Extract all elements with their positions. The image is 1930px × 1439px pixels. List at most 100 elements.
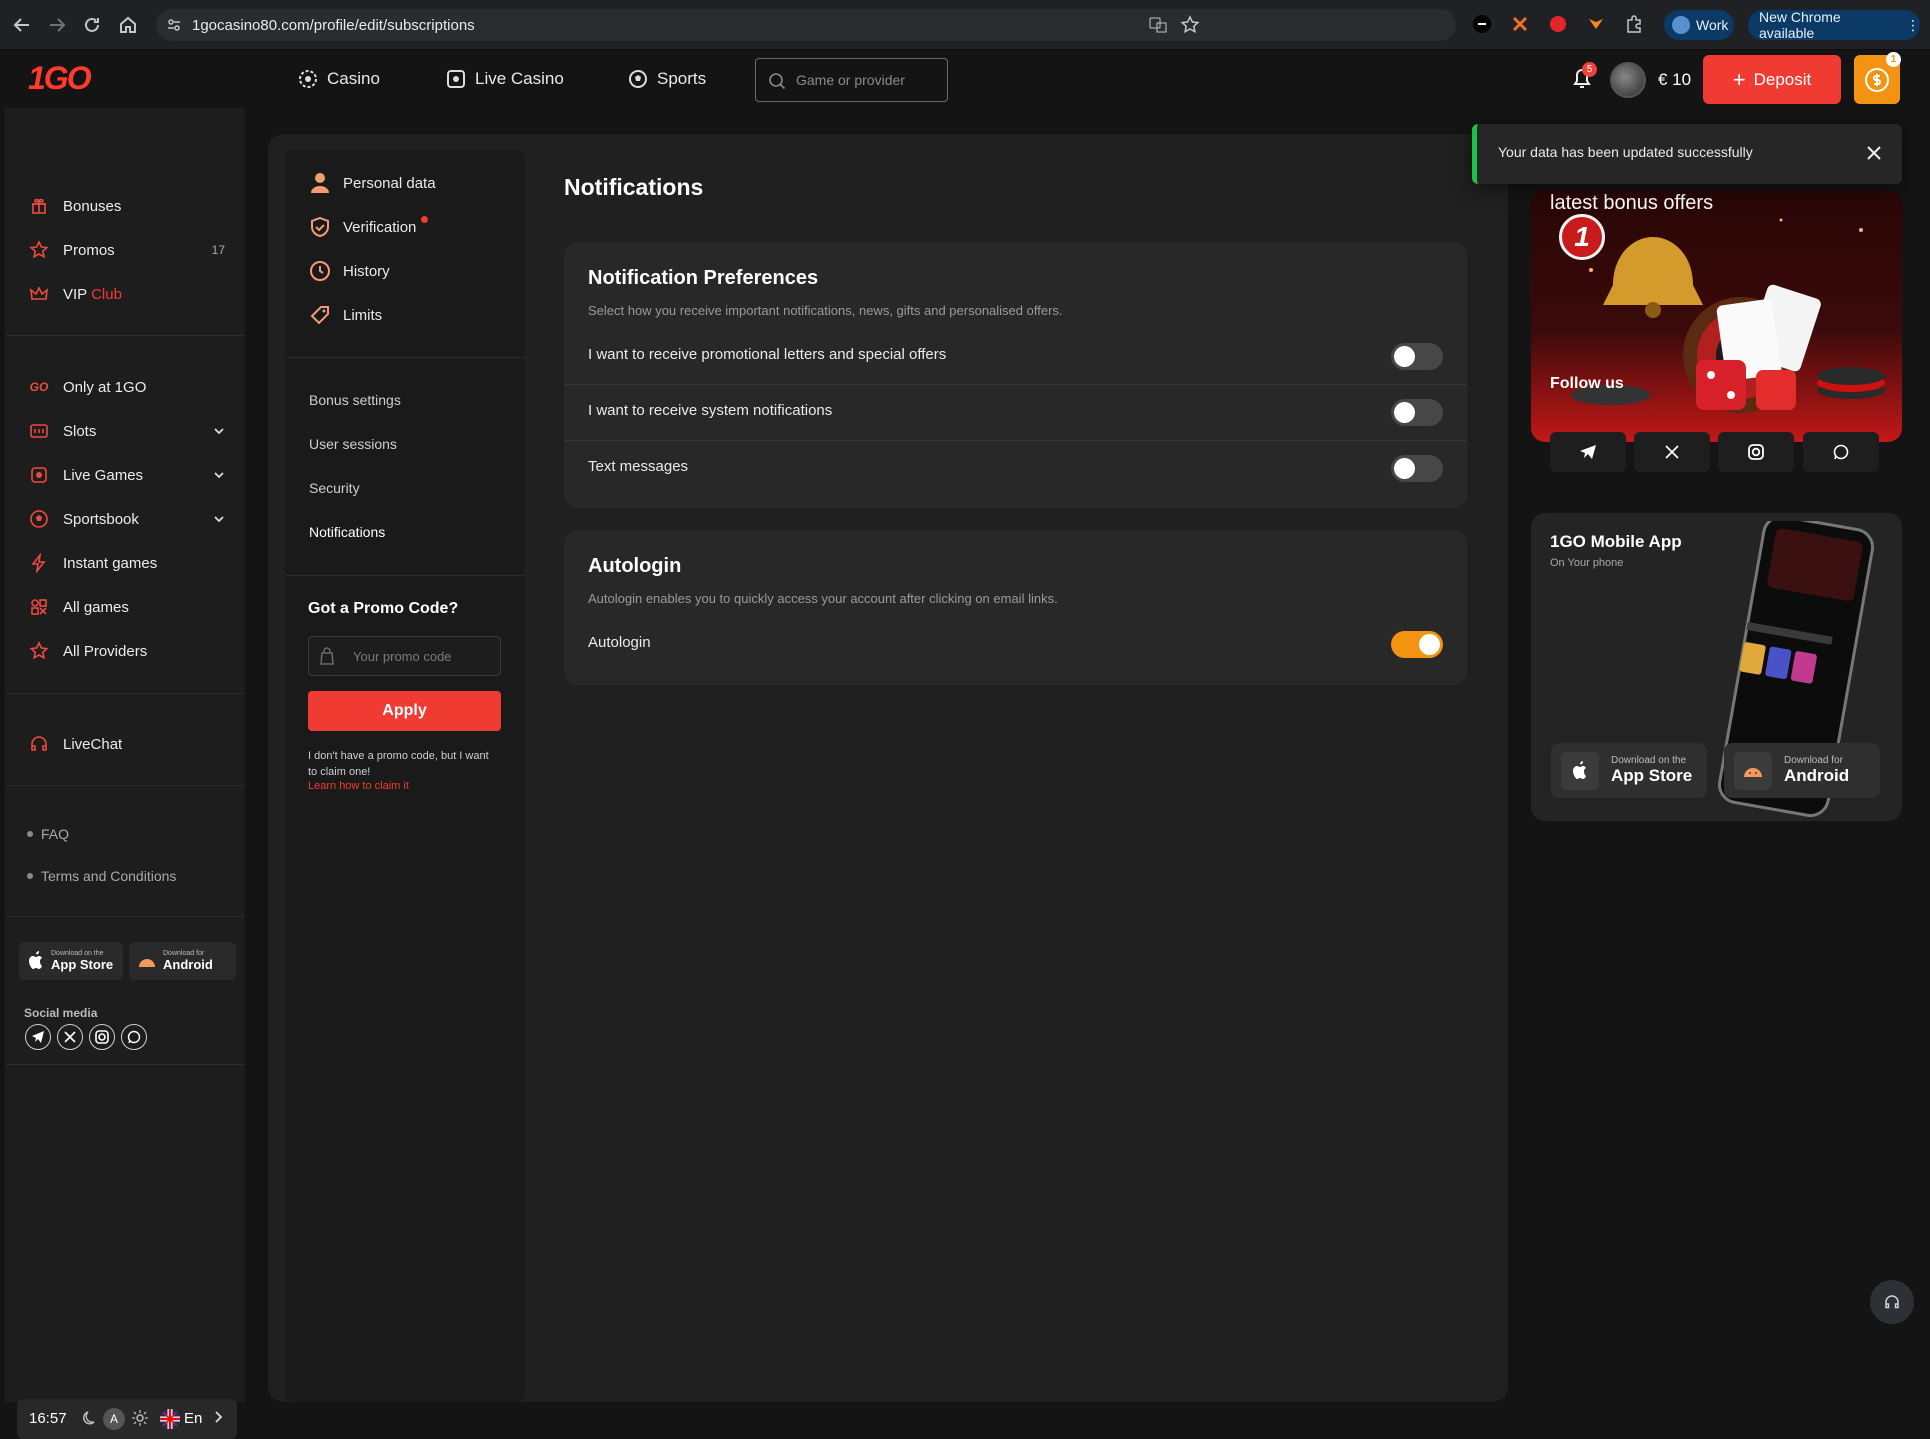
sidebar-link-terms[interactable]: Terms and Conditions: [27, 868, 176, 884]
follow-instagram-button[interactable]: [1718, 432, 1794, 472]
nav-live-casino[interactable]: Live Casino: [445, 68, 564, 90]
personal-data-label: Personal data: [343, 174, 436, 192]
nav-sports[interactable]: Sports: [627, 68, 706, 90]
bookmark-star-icon[interactable]: [1180, 15, 1200, 35]
deposit-button[interactable]: + Deposit: [1703, 55, 1841, 104]
profile-label: Work: [1696, 17, 1729, 33]
subnav-user-sessions[interactable]: User sessions: [309, 436, 397, 452]
android-icon: [137, 954, 157, 968]
notifications-bell-icon[interactable]: 5: [1568, 62, 1597, 92]
android-small-text: Download for: [1784, 755, 1843, 766]
sidebar-item-all-games[interactable]: All games: [29, 597, 129, 617]
sidebar-item-livechat[interactable]: LiveChat: [29, 734, 122, 754]
follow-whatsapp-button[interactable]: [1803, 432, 1879, 472]
user-avatar[interactable]: [1610, 62, 1646, 98]
grid-icon: [29, 597, 49, 617]
mobile-app-title: 1GO Mobile App: [1550, 532, 1682, 551]
extension-orange-icon[interactable]: [1510, 14, 1530, 34]
subnav-bonus-settings[interactable]: Bonus settings: [309, 392, 401, 408]
sidebar-label-all-providers: All Providers: [63, 642, 148, 660]
extension-link-icon[interactable]: [1472, 14, 1492, 34]
sidebar-android-button[interactable]: Download for Android: [129, 942, 236, 980]
forward-icon[interactable]: [45, 13, 69, 37]
promo-learn-link[interactable]: Learn how to claim it: [308, 780, 409, 792]
home-icon[interactable]: [116, 13, 140, 37]
sidebar-item-bonuses[interactable]: Bonuses: [29, 196, 121, 216]
site-settings-icon[interactable]: [166, 17, 182, 33]
nav-casino[interactable]: Casino: [297, 68, 380, 90]
chevron-down-icon[interactable]: [213, 469, 225, 481]
toggle-sms[interactable]: [1391, 455, 1443, 482]
profile-avatar-icon: [1672, 16, 1690, 34]
sidebar-item-live-games[interactable]: Live Games: [29, 465, 225, 485]
subnav-security[interactable]: Security: [309, 480, 360, 496]
cashback-button[interactable]: 1: [1854, 52, 1901, 104]
promo-code-placeholder: Your promo code: [353, 649, 452, 664]
gift-icon: [29, 196, 49, 216]
site-root: 1GO Casino Live Casino Sports Game or pr…: [0, 50, 1930, 1439]
address-bar[interactable]: 1gocasino80.com/profile/edit/subscriptio…: [156, 9, 1456, 41]
x-twitter-icon[interactable]: [57, 1024, 83, 1050]
chevron-down-icon[interactable]: [213, 513, 225, 525]
sidebar-app-store-button[interactable]: Download on the App Store: [19, 942, 123, 980]
toggle-promotional[interactable]: [1391, 343, 1443, 370]
translate-icon[interactable]: [1148, 15, 1168, 35]
game-search-input[interactable]: Game or provider: [755, 58, 948, 102]
telegram-icon: [1579, 444, 1597, 460]
extension-fox-icon[interactable]: [1586, 14, 1606, 34]
subnav-notifications[interactable]: Notifications: [309, 524, 385, 540]
close-icon[interactable]: [1866, 145, 1882, 161]
follow-telegram-button[interactable]: [1550, 432, 1626, 472]
apple-icon: [27, 951, 45, 971]
bonus-offers-card[interactable]: latest bonus offers 1 Follow us: [1531, 190, 1902, 442]
chrome-update-chip[interactable]: New Chrome available ⋮: [1748, 9, 1920, 41]
sidebar-item-promos[interactable]: Promos 17: [29, 240, 225, 260]
telegram-icon[interactable]: [25, 1024, 51, 1050]
toggle-knob: [1394, 458, 1415, 479]
live-casino-icon: [445, 68, 467, 90]
app-store-big: App Store: [51, 957, 114, 972]
chevron-down-icon[interactable]: [213, 425, 225, 437]
subnav-history[interactable]: History: [309, 260, 390, 282]
sun-icon[interactable]: [131, 1409, 149, 1427]
clock-time: 16:57: [29, 1410, 67, 1427]
theme-auto-button[interactable]: A: [103, 1408, 125, 1430]
back-icon[interactable]: [10, 13, 34, 37]
sidebar-item-all-providers[interactable]: All Providers: [29, 641, 147, 661]
more-vertical-icon[interactable]: ⋮: [1906, 17, 1920, 34]
moon-icon[interactable]: [81, 1409, 99, 1427]
sidebar-item-only-at-1go[interactable]: GO Only at 1GO: [29, 377, 147, 397]
subnav-limits[interactable]: Limits: [309, 304, 382, 326]
floating-support-button[interactable]: [1870, 1280, 1914, 1324]
reload-icon[interactable]: [80, 13, 104, 37]
sidebar-item-sportsbook[interactable]: Sportsbook: [29, 509, 225, 529]
sidebar-item-slots[interactable]: Slots: [29, 421, 225, 441]
clock-icon: [309, 260, 331, 282]
language-label[interactable]: En: [184, 1410, 202, 1427]
success-toast: Your data has been updated successfully: [1472, 124, 1902, 184]
pref-row-sms: Text messages: [564, 440, 1467, 496]
site-logo[interactable]: 1GO: [28, 60, 92, 97]
android-button[interactable]: Download for Android: [1724, 743, 1880, 798]
sidebar-item-vip-club[interactable]: VIP Club: [29, 284, 122, 304]
profile-chip[interactable]: Work: [1664, 10, 1734, 40]
chevron-right-icon[interactable]: [213, 1410, 223, 1424]
whatsapp-icon[interactable]: [121, 1024, 147, 1050]
apply-promo-button[interactable]: Apply: [308, 691, 501, 731]
balance-amount[interactable]: € 10: [1658, 70, 1691, 90]
subnav-personal-data[interactable]: Personal data: [309, 172, 436, 194]
instagram-icon[interactable]: [89, 1024, 115, 1050]
toggle-system[interactable]: [1391, 399, 1443, 426]
extensions-puzzle-icon[interactable]: [1624, 14, 1644, 34]
uk-flag-icon[interactable]: [159, 1409, 181, 1429]
follow-x-button[interactable]: [1634, 432, 1710, 472]
sidebar-item-instant-games[interactable]: Instant games: [29, 553, 157, 573]
extension-red-icon[interactable]: [1548, 14, 1568, 34]
subnav-verification[interactable]: Verification: [309, 216, 428, 238]
search-icon: [769, 73, 786, 90]
cashback-count-badge: 1: [1886, 52, 1901, 67]
toggle-autologin[interactable]: [1391, 631, 1443, 658]
sidebar-link-faq[interactable]: FAQ: [27, 826, 69, 842]
app-store-button[interactable]: Download on the App Store: [1551, 743, 1707, 798]
promo-code-input[interactable]: Your promo code: [308, 636, 501, 676]
